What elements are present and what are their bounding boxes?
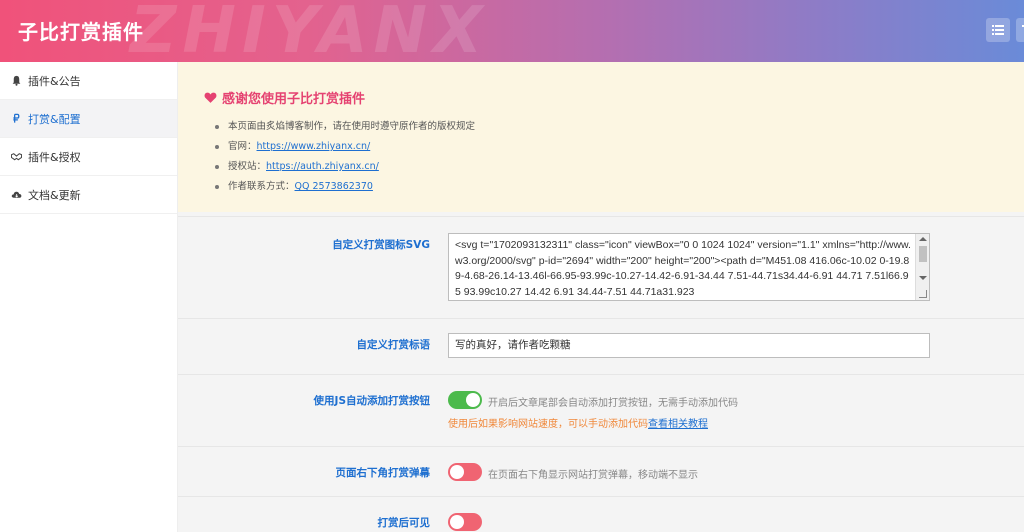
notice-contact: 作者联系方式：QQ 2573862370 <box>214 177 998 197</box>
after-reward-row: 打赏后可见 <box>178 496 1024 532</box>
popup-hint: 在页面右下角显示网站打赏弹幕，移动端不显示 <box>488 470 698 481</box>
sidebar-item-label: 文档&更新 <box>28 188 81 202</box>
tutorial-link[interactable]: 查看相关教程 <box>648 419 708 430</box>
secondary-button[interactable] <box>1016 18 1024 42</box>
main-content: 感谢您使用子比打赏插件 本页面由炙焰博客制作，请在使用时遵守原作者的版权规定 官… <box>178 62 1024 532</box>
js-setting-row: 使用JS自动添加打赏按钮 开启后文章尾部会自动添加打赏按钮，无需手动添加代码 使… <box>178 374 1024 446</box>
notice-auth: 授权站：https://auth.zhiyanx.cn/ <box>214 157 998 177</box>
popup-toggle[interactable] <box>448 463 482 481</box>
popup-setting-label: 页面右下角打赏弹幕 <box>335 467 431 479</box>
contact-link[interactable]: QQ 2573862370 <box>295 181 373 192</box>
site-link[interactable]: https://www.zhiyanx.cn/ <box>257 141 371 152</box>
sidebar-item-label: 插件&授权 <box>28 150 81 164</box>
slogan-input[interactable]: 写的真好，请作者吃颗糖 <box>448 333 930 358</box>
list-icon <box>992 25 1004 35</box>
ruble-icon <box>12 113 19 123</box>
header: ZHIYANX 子比打赏插件 <box>0 0 1024 62</box>
js-hint: 开启后文章尾部会自动添加打赏按钮，无需手动添加代码 <box>488 398 738 409</box>
after-reward-toggle[interactable] <box>448 513 482 531</box>
sidebar-item-label: 打赏&配置 <box>28 112 81 126</box>
slogan-setting-row: 自定义打赏标语 写的真好，请作者吃颗糖 <box>178 318 1024 374</box>
notice-list: 本页面由炙焰博客制作，请在使用时遵守原作者的版权规定 官网：https://ww… <box>204 117 998 197</box>
slogan-setting-label: 自定义打赏标语 <box>356 339 431 351</box>
sidebar-item-label: 插件&公告 <box>28 74 81 88</box>
svg-textarea[interactable]: <svg t="1702093132311" class="icon" view… <box>448 233 930 301</box>
notice-panel: 感谢您使用子比打赏插件 本页面由炙焰博客制作，请在使用时遵守原作者的版权规定 官… <box>178 62 1024 212</box>
notice-site: 官网：https://www.zhiyanx.cn/ <box>214 137 998 157</box>
menu-button[interactable] <box>986 18 1010 42</box>
bell-icon <box>12 75 20 86</box>
after-reward-label: 打赏后可见 <box>377 517 431 529</box>
sidebar-item-docs[interactable]: 文档&更新 <box>0 176 177 214</box>
sidebar-item-notice[interactable]: 插件&公告 <box>0 62 177 100</box>
heart-icon <box>204 92 217 103</box>
handshake-icon <box>10 153 22 161</box>
auth-link[interactable]: https://auth.zhiyanx.cn/ <box>266 161 379 172</box>
notice-line: 本页面由炙焰博客制作，请在使用时遵守原作者的版权规定 <box>214 117 998 137</box>
cloud-download-icon <box>11 191 21 198</box>
app-title: 子比打赏插件 <box>18 20 144 44</box>
js-setting-label: 使用JS自动添加打赏按钮 <box>313 395 430 407</box>
js-warning: 使用后如果影响网站速度，可以手动添加代码查看相关教程 <box>448 419 708 430</box>
svg-setting-label: 自定义打赏图标SVG <box>332 239 430 251</box>
popup-setting-row: 页面右下角打赏弹幕 在页面右下角显示网站打赏弹幕，移动端不显示 <box>178 446 1024 496</box>
js-auto-toggle[interactable] <box>448 391 482 409</box>
resize-handle[interactable] <box>919 290 927 298</box>
sidebar-item-reward-config[interactable]: 打赏&配置 <box>0 100 177 138</box>
sidebar: 插件&公告 打赏&配置 插件&授权 文档&更新 <box>0 62 178 532</box>
header-watermark: ZHIYANX <box>130 0 489 62</box>
sidebar-item-license[interactable]: 插件&授权 <box>0 138 177 176</box>
svg-setting-row: 自定义打赏图标SVG <svg t="1702093132311" class=… <box>178 216 1024 318</box>
notice-title: 感谢您使用子比打赏插件 <box>204 88 998 107</box>
